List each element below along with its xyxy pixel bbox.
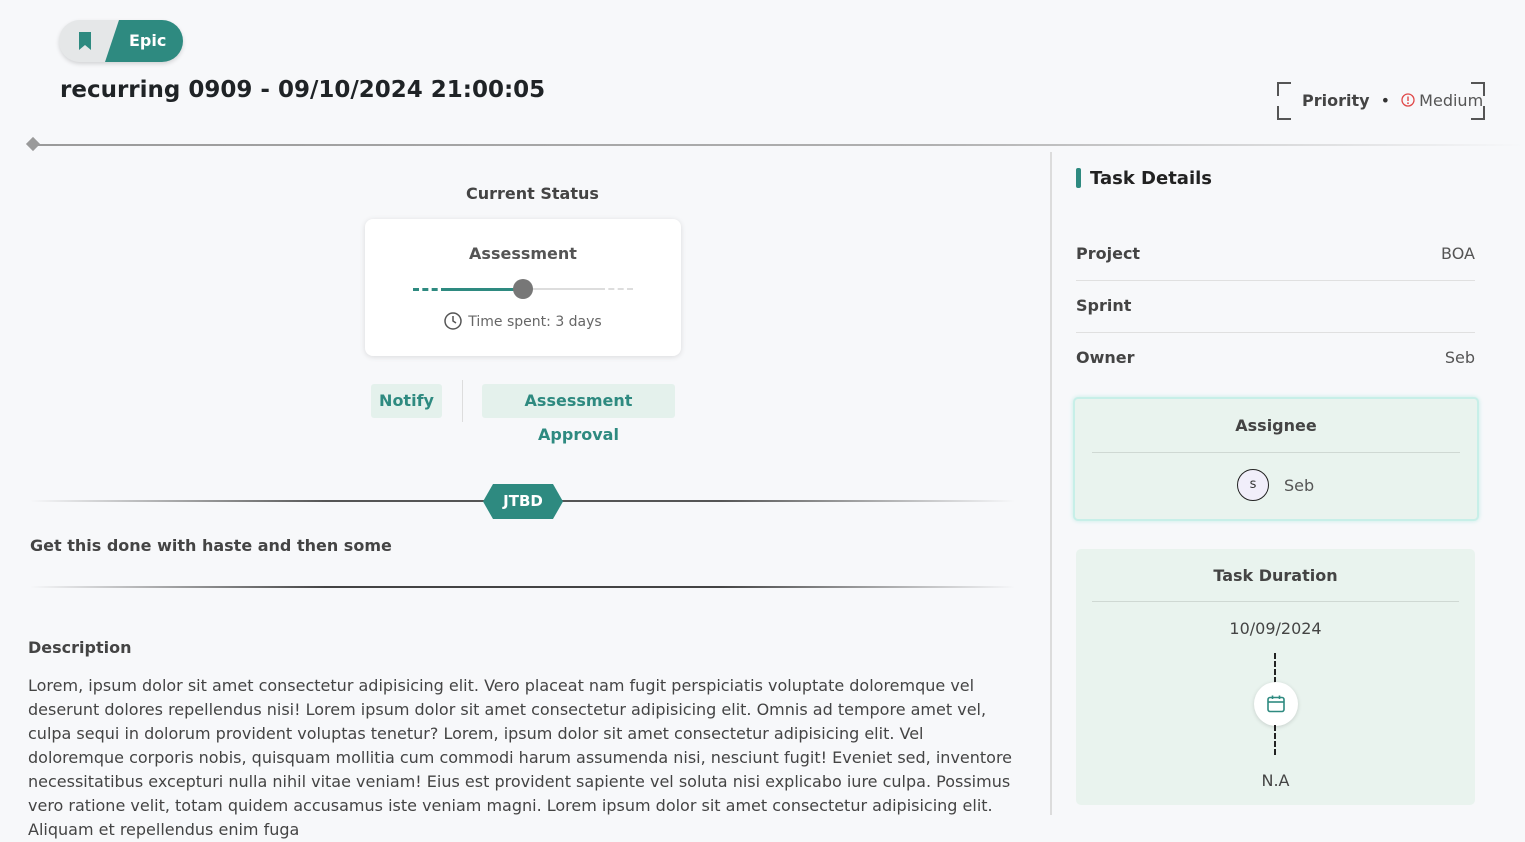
description-body: Lorem, ipsum dolor sit amet consectetur … bbox=[28, 676, 1013, 839]
header-divider bbox=[34, 144, 1524, 146]
task-type-label: Epic bbox=[129, 31, 167, 50]
clock-icon bbox=[444, 311, 463, 330]
status-track-future bbox=[599, 288, 633, 290]
time-spent-row: Time spent: 3 days bbox=[365, 311, 681, 330]
priority-separator: • bbox=[1380, 91, 1391, 110]
detail-row-owner: Owner Seb bbox=[1076, 332, 1475, 384]
owner-label: Owner bbox=[1076, 348, 1135, 367]
action-separator bbox=[462, 380, 463, 422]
task-duration-title: Task Duration bbox=[1213, 566, 1338, 585]
bookmark-icon bbox=[79, 32, 91, 50]
status-card: Assessment Time spent: 3 days bbox=[365, 219, 681, 356]
status-track-remaining bbox=[523, 288, 599, 290]
jtbd-text: Get this done with haste and then some bbox=[30, 536, 392, 555]
alert-circle-icon bbox=[1401, 93, 1415, 107]
current-status-label: Current Status bbox=[466, 184, 599, 203]
time-spent-text: Time spent: 3 days bbox=[468, 314, 602, 330]
priority-indicator: Priority • Medium bbox=[1277, 82, 1485, 120]
assignee-divider bbox=[1092, 452, 1460, 453]
duration-end-date: N.A bbox=[1261, 771, 1290, 790]
status-name: Assessment bbox=[469, 244, 577, 263]
panel-divider bbox=[1050, 152, 1052, 815]
duration-connector-bottom bbox=[1274, 725, 1276, 755]
status-progress-knob[interactable] bbox=[513, 279, 533, 299]
assignee-title: Assignee bbox=[1235, 416, 1317, 435]
detail-row-sprint: Sprint bbox=[1076, 280, 1475, 333]
header-divider-diamond bbox=[25, 136, 41, 152]
duration-start-date: 10/09/2024 bbox=[1229, 619, 1322, 638]
description-title: Description bbox=[28, 638, 132, 657]
priority-value: Medium bbox=[1419, 91, 1484, 110]
page-title: recurring 0909 - 09/10/2024 21:00:05 bbox=[60, 77, 546, 103]
priority-label: Priority bbox=[1302, 91, 1370, 110]
jtbd-bottom-divider bbox=[30, 586, 1015, 588]
project-label: Project bbox=[1076, 244, 1141, 263]
project-value: BOA bbox=[1441, 244, 1475, 263]
notify-button[interactable]: Notify bbox=[371, 384, 442, 418]
assignee-name: Seb bbox=[1284, 476, 1315, 495]
jtbd-badge: JTBD bbox=[483, 484, 563, 519]
task-details-title: Task Details bbox=[1076, 168, 1212, 189]
status-track-fill bbox=[447, 288, 523, 291]
duration-connector-top bbox=[1274, 653, 1276, 683]
calendar-icon bbox=[1267, 695, 1285, 713]
calendar-button[interactable] bbox=[1254, 682, 1298, 726]
owner-value: Seb bbox=[1444, 348, 1475, 367]
task-type-icon-segment bbox=[59, 20, 115, 62]
task-duration-card: Task Duration 10/09/2024 N.A bbox=[1076, 549, 1475, 805]
detail-row-project: Project BOA bbox=[1076, 228, 1475, 281]
avatar[interactable]: s bbox=[1237, 469, 1269, 501]
assessment-approval-button[interactable]: Assessment Approval bbox=[482, 384, 675, 444]
sprint-label: Sprint bbox=[1076, 296, 1132, 315]
assignee-card: Assignee s Seb bbox=[1073, 397, 1479, 521]
task-type-badge: Epic bbox=[59, 20, 183, 62]
task-duration-divider bbox=[1092, 601, 1459, 602]
status-track-past bbox=[413, 288, 447, 291]
